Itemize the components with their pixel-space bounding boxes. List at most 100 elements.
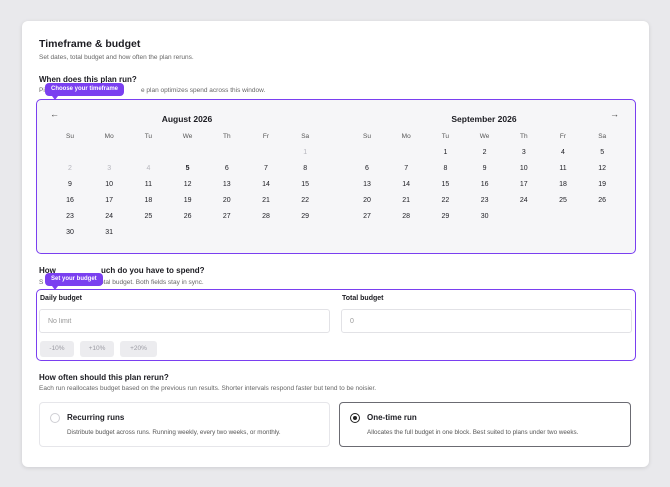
day-cell[interactable]: 11 <box>551 165 575 172</box>
day-cell[interactable]: 4 <box>551 149 575 156</box>
day-cell[interactable]: 16 <box>473 181 497 188</box>
budget-hint: otal budget. Both fields stay in sync. <box>100 279 204 286</box>
weekday-label: Su <box>363 133 371 140</box>
weekday-label: Fr <box>262 133 270 140</box>
adjust-minus-10-button[interactable]: -10% <box>40 341 74 357</box>
day-cell[interactable]: 21 <box>394 197 418 204</box>
day-cell[interactable]: 30 <box>473 213 497 220</box>
day-cell: 1 <box>303 149 308 156</box>
weekday-label: We <box>182 133 193 140</box>
option-title: Recurring runs <box>67 413 125 422</box>
daily-budget-input[interactable] <box>39 309 330 333</box>
day-cell[interactable]: 11 <box>136 181 160 188</box>
day-cell[interactable]: 14 <box>394 181 418 188</box>
day-cell[interactable]: 12 <box>176 181 200 188</box>
one-time-run-option[interactable]: One-time run Allocates the full budget i… <box>339 402 631 447</box>
day-cell[interactable]: 8 <box>293 165 317 172</box>
weekday-label: Mo <box>401 133 411 140</box>
weekday-label: Th <box>223 133 231 140</box>
day-cell[interactable]: 26 <box>590 197 614 204</box>
day-cell[interactable]: 16 <box>58 197 82 204</box>
day-cell[interactable]: 29 <box>433 213 457 220</box>
budget-hint-lead: S <box>39 279 44 286</box>
day-cell[interactable]: 15 <box>293 181 317 188</box>
radio-checked-icon[interactable] <box>350 413 360 423</box>
day-cell[interactable]: 27 <box>215 213 239 220</box>
day-cell: 3 <box>107 165 112 172</box>
day-cell[interactable]: 18 <box>136 197 160 204</box>
day-cell[interactable]: 30 <box>58 229 82 236</box>
day-cell[interactable]: 5 <box>590 149 614 156</box>
day-cell[interactable]: 23 <box>58 213 82 220</box>
weekday-label: We <box>479 133 490 140</box>
adjust-plus-10-button[interactable]: +10% <box>80 341 114 357</box>
day-cell[interactable]: 22 <box>293 197 317 204</box>
weekday-label: Tu <box>441 133 450 140</box>
day-cell[interactable]: 7 <box>254 165 278 172</box>
day-cell[interactable]: 27 <box>355 213 379 220</box>
day-cell[interactable]: 23 <box>473 197 497 204</box>
day-cell[interactable]: 12 <box>590 165 614 172</box>
day-cell[interactable]: 13 <box>215 181 239 188</box>
month-title: August 2026 <box>161 114 213 124</box>
day-cell[interactable]: 13 <box>355 181 379 188</box>
timeframe-hint: e plan optimizes spend across this windo… <box>141 87 266 94</box>
weekday-label: Sa <box>301 133 310 140</box>
day-cell: 2 <box>68 165 72 172</box>
day-cell[interactable]: 31 <box>97 229 121 236</box>
page-subtitle: Set dates, total budget and how often th… <box>39 54 194 61</box>
day-cell[interactable]: 15 <box>433 181 457 188</box>
option-description: Allocates the full budget in one block. … <box>367 429 579 436</box>
total-budget-input[interactable] <box>341 309 632 333</box>
day-cell[interactable]: 28 <box>394 213 418 220</box>
settings-card: Timeframe & budget Set dates, total budg… <box>22 21 649 467</box>
day-cell[interactable]: 8 <box>433 165 457 172</box>
timeframe-tooltip: Choose your timeframe <box>45 83 125 100</box>
option-title: One-time run <box>367 413 417 422</box>
day-cell[interactable]: 6 <box>215 165 239 172</box>
day-cell[interactable]: 7 <box>394 165 418 172</box>
weekday-label: Mo <box>104 133 114 140</box>
day-cell[interactable]: 25 <box>136 213 160 220</box>
day-cell[interactable]: 25 <box>551 197 575 204</box>
weekday-label: Tu <box>144 133 153 140</box>
day-cell[interactable]: 5 <box>176 165 200 172</box>
day-cell[interactable]: 9 <box>58 181 82 188</box>
weekday-label: Su <box>66 133 74 140</box>
timeframe-calendar: ← → August 2026 Su Mo Tu We Th Fr Sa 1 2 3 4 5 6 7 8 9 10… <box>36 99 636 254</box>
day-cell[interactable]: 3 <box>512 149 536 156</box>
timeframe-hint-lead: Pi <box>39 87 45 94</box>
day-cell[interactable]: 17 <box>512 181 536 188</box>
budget-panel: Daily budget Total budget -10% +10% +20% <box>36 289 636 361</box>
day-cell[interactable]: 24 <box>97 213 121 220</box>
total-budget-label: Total budget <box>342 295 384 302</box>
day-cell[interactable]: 19 <box>590 181 614 188</box>
adjust-plus-20-button[interactable]: +20% <box>120 341 157 357</box>
day-cell[interactable]: 2 <box>473 149 497 156</box>
day-cell[interactable]: 22 <box>433 197 457 204</box>
weekday-label: Th <box>520 133 528 140</box>
rerun-hint: Each run reallocates budget based on the… <box>39 385 377 392</box>
day-cell[interactable]: 20 <box>215 197 239 204</box>
day-cell[interactable]: 10 <box>97 181 121 188</box>
page-title: Timeframe & budget <box>39 38 141 50</box>
radio-unchecked-icon[interactable] <box>50 413 60 423</box>
day-cell[interactable]: 14 <box>254 181 278 188</box>
daily-budget-label: Daily budget <box>40 295 83 302</box>
month-title: September 2026 <box>451 114 517 124</box>
day-cell[interactable]: 20 <box>355 197 379 204</box>
day-cell[interactable]: 19 <box>176 197 200 204</box>
day-cell[interactable]: 26 <box>176 213 200 220</box>
day-cell[interactable]: 1 <box>433 149 457 156</box>
recurring-runs-option[interactable]: Recurring runs Distribute budget across … <box>39 402 330 447</box>
day-cell[interactable]: 29 <box>293 213 317 220</box>
day-cell[interactable]: 18 <box>551 181 575 188</box>
day-cell[interactable]: 6 <box>355 165 379 172</box>
day-cell[interactable]: 10 <box>512 165 536 172</box>
day-cell[interactable]: 9 <box>473 165 497 172</box>
day-cell[interactable]: 24 <box>512 197 536 204</box>
day-cell[interactable]: 28 <box>254 213 278 220</box>
budget-tooltip: Set your budget <box>45 273 103 290</box>
day-cell[interactable]: 21 <box>254 197 278 204</box>
day-cell[interactable]: 17 <box>97 197 121 204</box>
